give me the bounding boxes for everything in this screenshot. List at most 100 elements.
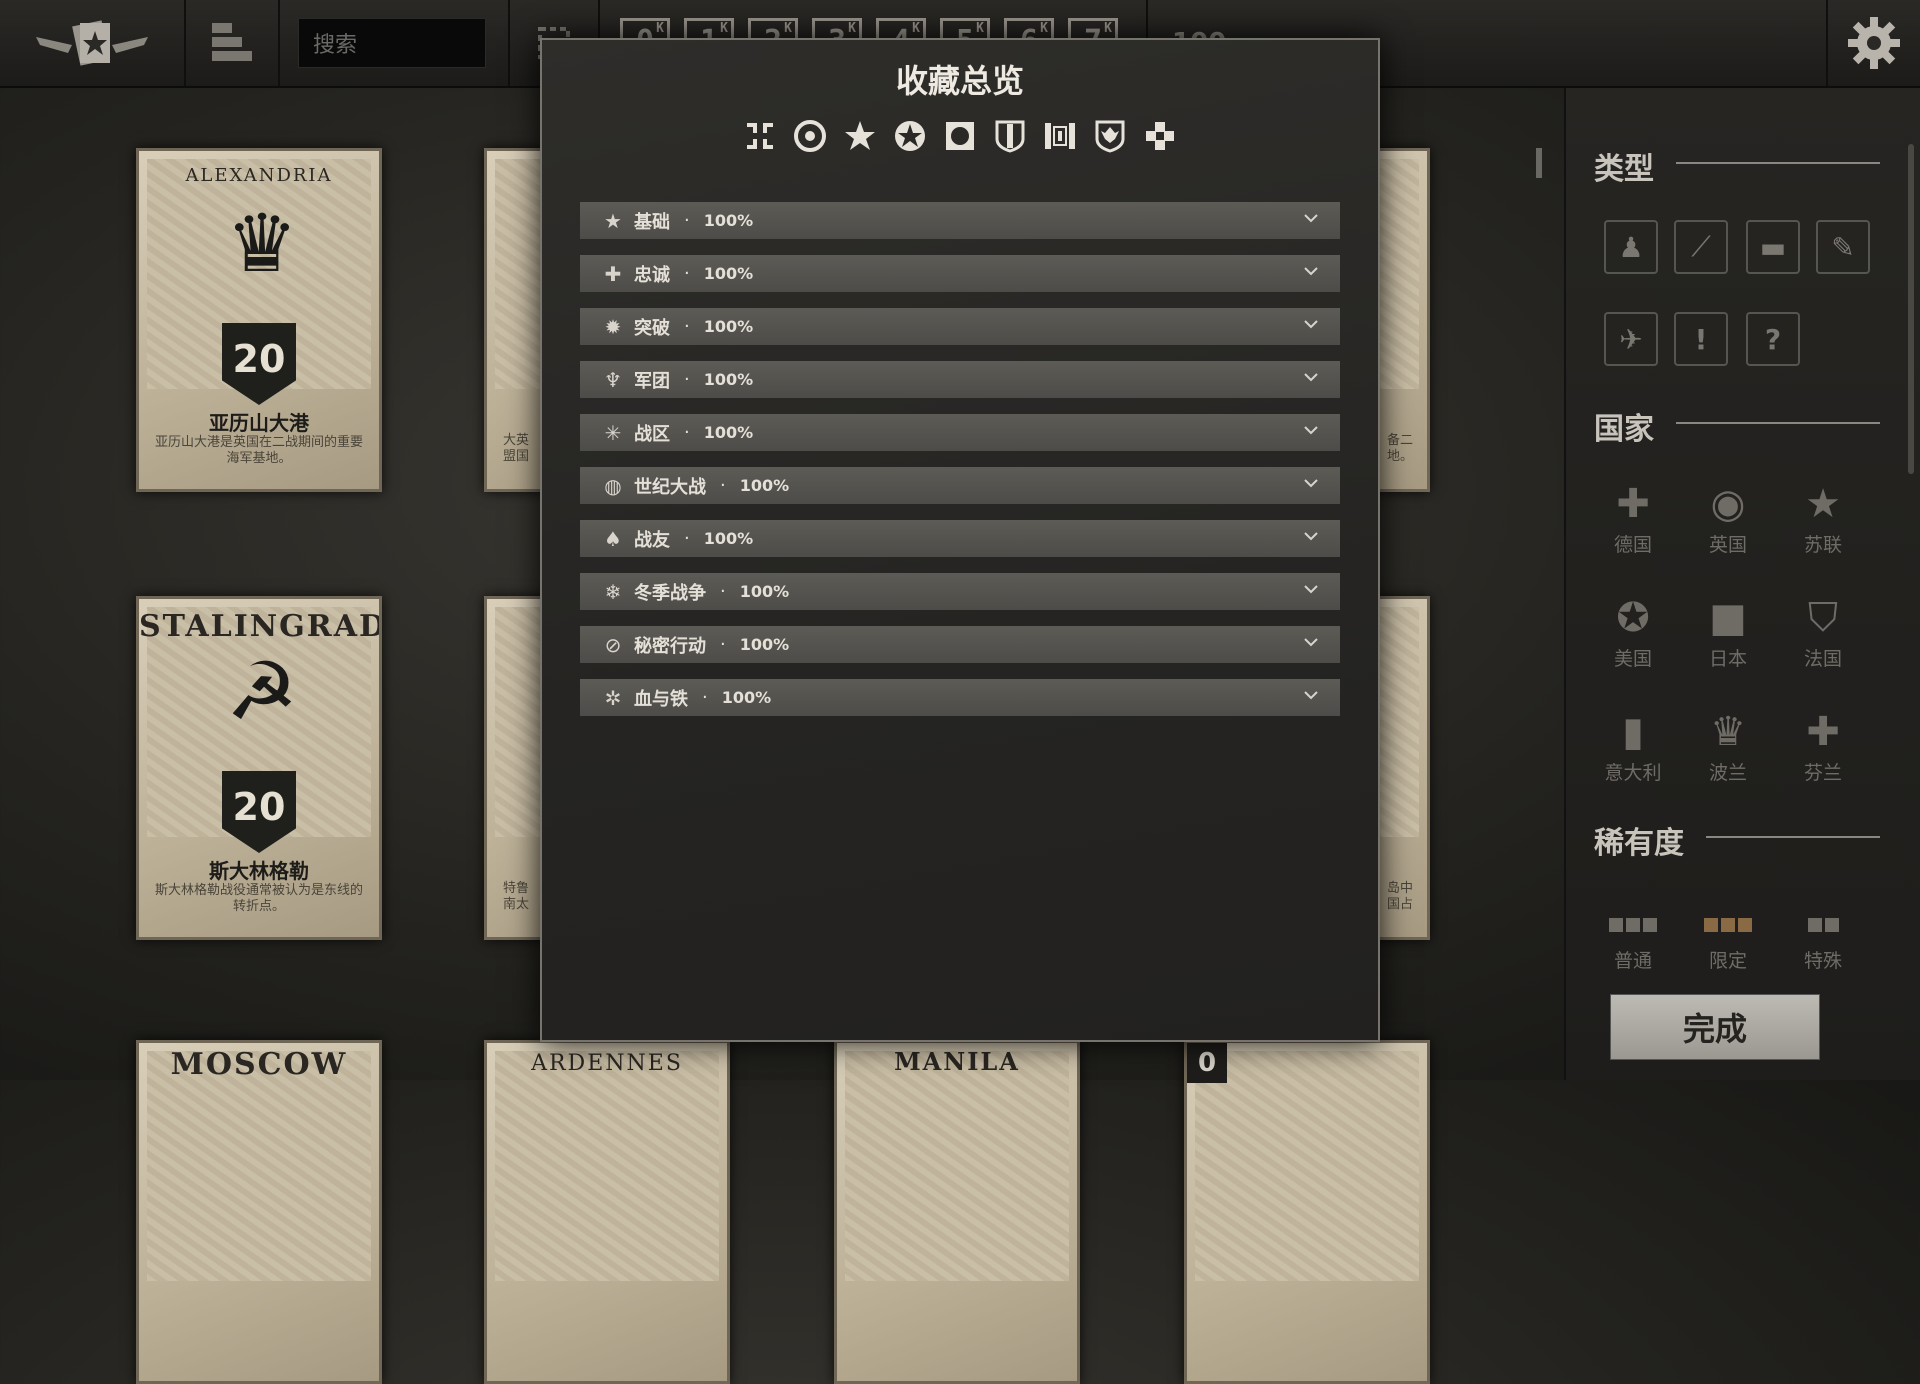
countermeasure-icon: ? [1764, 322, 1782, 356]
japan-disc-icon[interactable] [942, 118, 978, 154]
us-star-icon[interactable] [892, 118, 928, 154]
rarity-filter-0[interactable]: 普通 [1588, 910, 1678, 973]
nation-filter-7[interactable]: ♛ 波兰 [1683, 708, 1773, 785]
separator: · [684, 263, 690, 284]
completion-percent: 100% [739, 476, 790, 495]
separator: · [720, 581, 726, 602]
rarity-label: 特殊 [1803, 950, 1842, 972]
nation-icon: ◉ [1710, 481, 1746, 527]
card-ardennes[interactable]: ARDENNES [484, 1040, 730, 1384]
expansion-name: 秘密行动 [634, 635, 706, 657]
poland-eagle-icon[interactable] [1092, 118, 1128, 154]
collection-scrollbar[interactable] [1536, 148, 1542, 178]
rarity-filter-1[interactable]: 限定 [1683, 910, 1773, 973]
nation-icon: ✚ [1806, 709, 1840, 755]
expansion-row[interactable]: ✚ 忠诚 · 100% [580, 255, 1340, 292]
france-shield-icon[interactable] [992, 118, 1028, 154]
settings-button[interactable] [1826, 0, 1920, 86]
card-description: 亚历山大港是英国在二战期间的重要海军基地。 [154, 435, 363, 466]
cost-suffix: K [784, 21, 792, 36]
chevron-down-icon[interactable] [1302, 262, 1320, 280]
completion-percent: 100% [739, 582, 790, 601]
card-moscow[interactable]: MOSCOW [136, 1040, 382, 1384]
nation-filter-2[interactable]: ★ 苏联 [1778, 480, 1868, 557]
nation-label: 波兰 [1708, 762, 1747, 784]
cost-suffix: K [848, 21, 856, 36]
nation-filter-0[interactable]: ✚ 德国 [1588, 480, 1678, 557]
nation-filter-5[interactable]: ⛉ 法国 [1778, 594, 1868, 671]
italy-flag-icon[interactable] [1042, 118, 1078, 154]
rarity-filter-2[interactable]: 特殊 [1778, 910, 1868, 973]
expansion-row[interactable]: ◍ 世纪大战 · 100% [580, 467, 1340, 504]
nation-filter-3[interactable]: ✪ 美国 [1588, 594, 1678, 671]
search-placeholder: 搜索 [313, 33, 358, 58]
finland-cross-icon[interactable] [1142, 118, 1178, 154]
nation-icon: ✪ [1616, 595, 1650, 641]
german-cross-icon[interactable] [742, 118, 778, 154]
soviet-star-icon[interactable] [842, 118, 878, 154]
expansion-icon: ❄ [604, 579, 622, 604]
game-logo[interactable] [0, 0, 186, 86]
nation-filter-1[interactable]: ◉ 英国 [1683, 480, 1773, 557]
search-input[interactable]: 搜索 [298, 18, 486, 68]
expansion-icon: ★ [604, 208, 622, 233]
chevron-down-icon[interactable] [1302, 474, 1320, 492]
expansion-row[interactable]: ✲ 血与铁 · 100% [580, 679, 1340, 716]
uk-roundel-icon[interactable] [792, 118, 828, 154]
card-manila[interactable]: MANILA [834, 1040, 1080, 1384]
cost-suffix: K [1040, 21, 1048, 36]
card-city-title: MANILA [894, 1047, 1020, 1076]
separator: · [702, 687, 708, 708]
fighter-icon: ✈ [1619, 322, 1643, 356]
type-infantry-button[interactable]: ♟ [1604, 220, 1658, 274]
type-fighter-button[interactable]: ✈ [1604, 312, 1658, 366]
card-value-shield: 20 [222, 771, 296, 853]
deck-view-button[interactable] [186, 0, 280, 86]
sidebar-scrollbar[interactable] [1908, 144, 1914, 474]
nation-label: 法国 [1803, 648, 1842, 670]
chevron-down-icon[interactable] [1302, 368, 1320, 386]
tank-icon: ▬ [1759, 230, 1787, 264]
nation-label: 德国 [1613, 534, 1652, 556]
expansion-icon: ✲ [604, 685, 622, 710]
chevron-down-icon[interactable] [1302, 421, 1320, 439]
chevron-down-icon[interactable] [1302, 580, 1320, 598]
nation-filter-4[interactable]: ■ 日本 [1683, 594, 1773, 671]
separator: · [684, 422, 690, 443]
type-order-button[interactable]: ! [1674, 312, 1728, 366]
expansion-row[interactable]: ♆ 军团 · 100% [580, 361, 1340, 398]
chevron-down-icon[interactable] [1302, 209, 1320, 227]
expansion-name: 世纪大战 [634, 476, 706, 498]
card-stalingrad[interactable]: STALINGRAD ☭ 20 斯大林格勒 斯大林格勒战役通常被认为是东线的转折… [136, 596, 382, 940]
done-button[interactable]: 完成 [1610, 994, 1820, 1060]
nation-filter-6[interactable]: ▮ 意大利 [1588, 708, 1678, 785]
expansion-row[interactable]: ✳ 战区 · 100% [580, 414, 1340, 451]
nation-filter-8[interactable]: ✚ 芬兰 [1778, 708, 1868, 785]
nation-icon: ♛ [1710, 709, 1746, 755]
expansion-row[interactable]: ❄ 冬季战争 · 100% [580, 573, 1340, 610]
type-artillery-button[interactable]: ⟋ [1674, 220, 1728, 274]
nation-label: 意大利 [1604, 762, 1662, 784]
cost-suffix: K [976, 21, 984, 36]
type-countermeasure-button[interactable]: ? [1746, 312, 1800, 366]
expansion-row[interactable]: ★ 基础 · 100% [580, 202, 1340, 239]
cost-suffix: K [912, 21, 920, 36]
expansion-row[interactable]: ✹ 突破 · 100% [580, 308, 1340, 345]
chevron-down-icon[interactable] [1302, 686, 1320, 704]
card-alexandria[interactable]: ALEXANDRIA ♛ 20 亚历山大港 亚历山大港是英国在二战期间的重要海军… [136, 148, 382, 492]
card-city-title: STALINGRAD [139, 609, 382, 644]
type-bomber-button[interactable]: ✎ [1816, 220, 1870, 274]
chevron-down-icon[interactable] [1302, 527, 1320, 545]
modal-title: 收藏总览 [895, 62, 1024, 100]
card-cost: 0 [1187, 1043, 1227, 1083]
completion-percent: 100% [703, 423, 754, 442]
collection-overview-modal: 收藏总览 ★ 基础 · 100% ✚ 忠诚 · 100% ✹ 突破 · 100% ♆ 军团 · 100% ✳ 战 [540, 38, 1380, 1042]
winged-cards-logo-icon [36, 20, 148, 66]
expansion-row[interactable]: ♠ 战友 · 100% [580, 520, 1340, 557]
chevron-down-icon[interactable] [1302, 315, 1320, 333]
expansion-row[interactable]: ⊘ 秘密行动 · 100% [580, 626, 1340, 663]
type-tank-button[interactable]: ▬ [1746, 220, 1800, 274]
chevron-down-icon[interactable] [1302, 633, 1320, 651]
card-italy-unit[interactable]: 0 [1184, 1040, 1430, 1384]
nation-heading: 国家 [1594, 412, 1654, 447]
